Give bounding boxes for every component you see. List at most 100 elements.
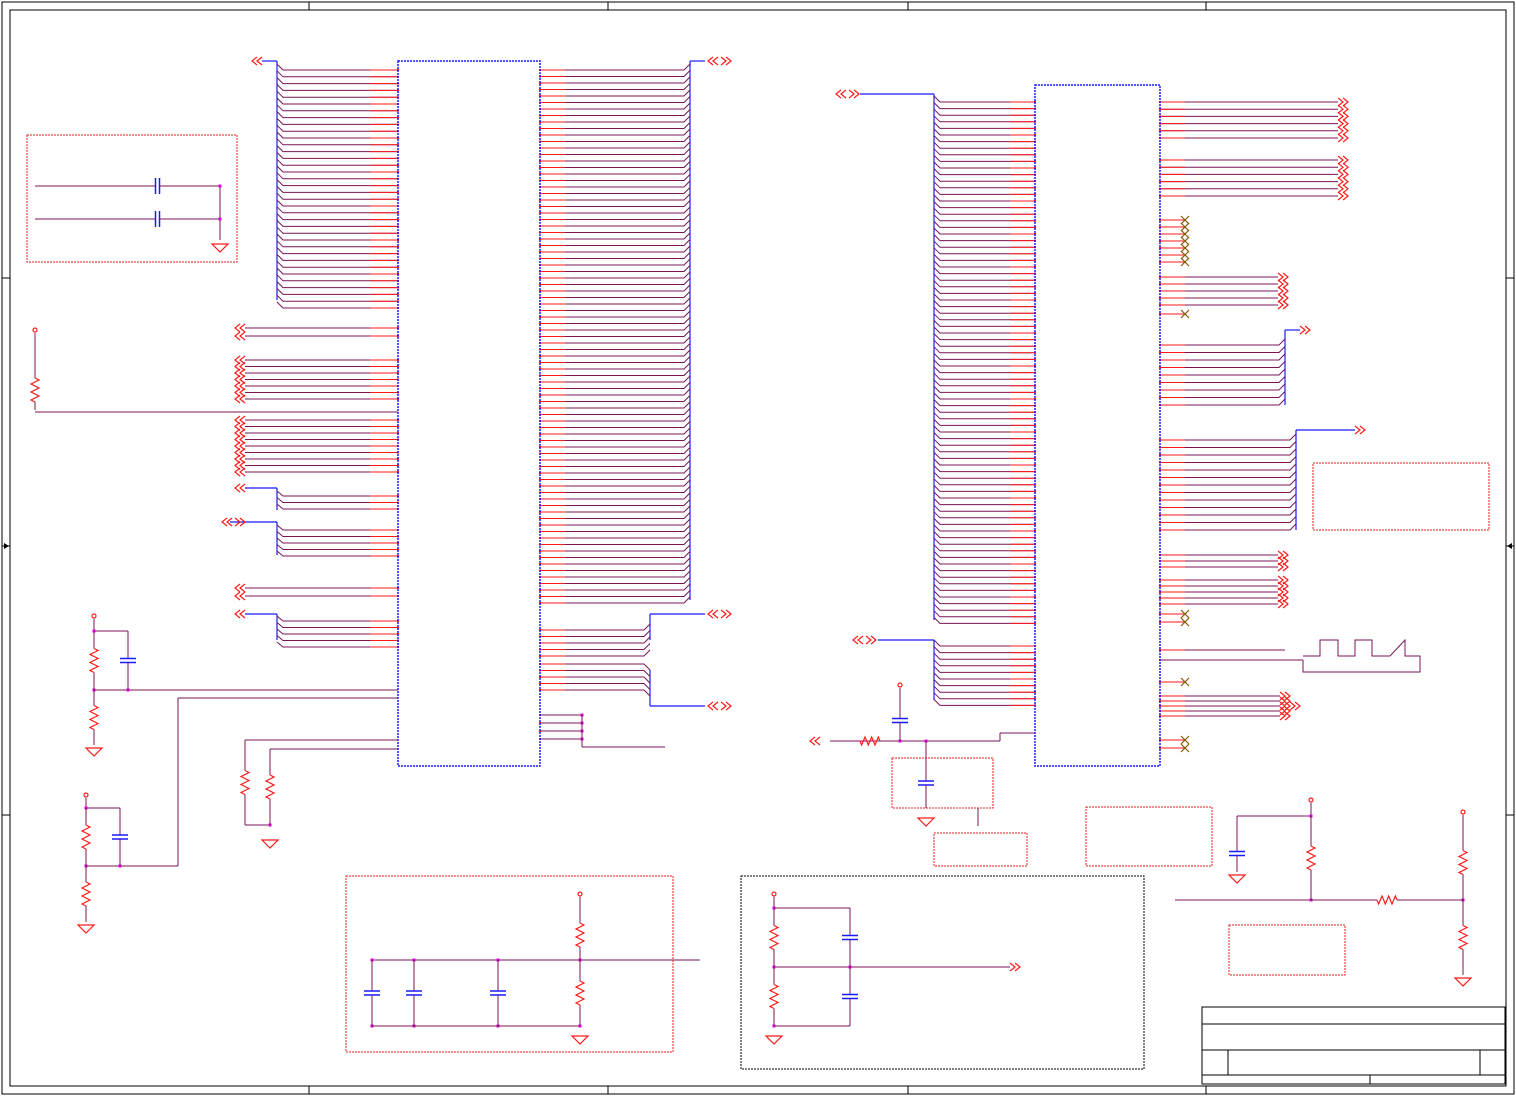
wire <box>276 90 398 98</box>
off-page-connector-chevron <box>1337 155 1344 165</box>
wire <box>933 458 1035 466</box>
off-page-connector-symbol <box>1337 184 1349 194</box>
wire <box>276 503 398 510</box>
off-page-connector-symbol <box>234 583 246 593</box>
resistor-symbol <box>88 631 100 690</box>
off-page-connector-symbol <box>1337 155 1349 165</box>
wire <box>276 165 398 173</box>
wire <box>933 326 1035 334</box>
ground-triangle <box>570 1035 590 1045</box>
capacitor-symbol <box>918 758 934 808</box>
off-page-connector-chevron <box>712 609 719 619</box>
wire <box>933 659 1035 667</box>
wire <box>540 564 691 571</box>
wire <box>540 304 691 311</box>
wire <box>540 83 691 90</box>
off-page-connector-chevron <box>1354 425 1361 435</box>
wire <box>276 104 398 112</box>
wire <box>933 108 1035 116</box>
wire <box>933 254 1035 261</box>
component-layer <box>29 56 1473 1045</box>
wire <box>933 366 1035 374</box>
wire <box>1160 376 1286 383</box>
capacitor-symbol <box>1229 835 1245 872</box>
wire <box>540 271 691 279</box>
off-page-connector-chevron <box>857 635 864 645</box>
wire <box>933 234 1035 242</box>
resistor-zigzag <box>768 983 780 1010</box>
wire <box>276 179 398 187</box>
off-page-connector-symbol <box>1277 599 1289 609</box>
wire <box>1160 433 1297 441</box>
off-page-connector-chevron <box>1337 191 1344 201</box>
junction-dot <box>218 217 222 221</box>
power-pin-circle <box>897 682 903 688</box>
wire <box>933 399 1035 407</box>
wire <box>1302 638 1421 673</box>
annotation-block <box>1312 462 1490 531</box>
wire <box>540 440 691 448</box>
off-page-connector-symbol <box>1277 279 1289 289</box>
wire <box>933 537 1035 545</box>
resistor-symbol <box>850 735 890 747</box>
off-page-connector-symbol <box>1277 293 1289 303</box>
wire <box>540 551 691 558</box>
capacitor-symbol <box>842 967 858 1026</box>
wire <box>276 240 398 248</box>
wire <box>540 148 691 155</box>
wire <box>1160 478 1297 486</box>
wire <box>276 628 398 635</box>
resistor-symbol <box>80 866 92 922</box>
wire <box>540 388 691 396</box>
annotation-block <box>1085 806 1213 867</box>
wire <box>1160 338 1286 346</box>
off-page-connector-chevron <box>1337 184 1344 194</box>
ic-body <box>1034 84 1161 767</box>
wire <box>933 128 1035 136</box>
wire <box>540 167 691 175</box>
off-page-connector-symbol <box>1337 191 1349 201</box>
wire <box>540 284 691 292</box>
off-page-connector-chevron <box>239 394 246 404</box>
wire <box>933 639 1035 647</box>
wire <box>276 152 398 159</box>
wire <box>933 207 1035 215</box>
ground-triangle <box>916 817 936 827</box>
wire <box>540 492 691 500</box>
ground-triangle <box>1453 977 1473 987</box>
wire <box>540 649 651 657</box>
wire <box>540 297 691 305</box>
wire <box>933 214 1035 222</box>
wire <box>276 247 398 255</box>
wire <box>933 379 1035 387</box>
wire <box>933 646 1035 654</box>
wire <box>540 479 691 487</box>
capacitor-symbol <box>112 808 128 866</box>
wire <box>933 518 1035 525</box>
wire <box>933 524 1035 532</box>
annotation-block <box>891 757 994 809</box>
capacitor-symbol <box>406 960 422 1026</box>
off-page-connector-chevron <box>1277 279 1284 289</box>
wire <box>540 180 691 188</box>
power-pin-circle <box>32 327 38 333</box>
wire <box>933 372 1035 380</box>
wire <box>276 206 398 214</box>
off-page-connector-chevron <box>1337 162 1344 172</box>
ground-triangle <box>76 924 96 934</box>
annotation-block <box>933 832 1028 867</box>
wire <box>1160 398 1286 406</box>
wire <box>276 192 398 200</box>
annotation-blocks <box>26 134 1490 1070</box>
resistor-zigzag <box>80 824 92 850</box>
wire <box>276 199 398 207</box>
wire <box>276 641 398 648</box>
ground-symbol <box>76 924 96 934</box>
off-page-connector-chevron <box>865 635 872 645</box>
ground-symbol <box>1453 977 1473 987</box>
wire <box>276 260 398 268</box>
wire <box>933 221 1035 228</box>
wire <box>933 445 1035 453</box>
wire <box>1160 501 1297 508</box>
power-pin-symbol <box>897 682 903 688</box>
